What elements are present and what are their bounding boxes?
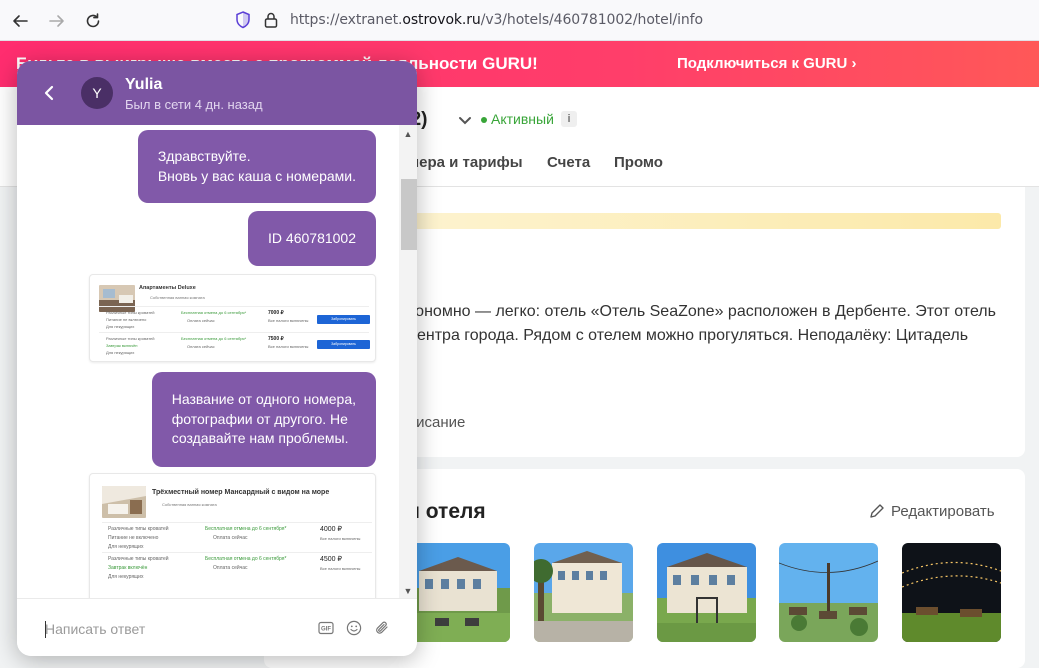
- scroll-down-icon[interactable]: ▼: [401, 584, 415, 598]
- scrollbar-thumb[interactable]: [401, 179, 417, 250]
- svg-text:GIF: GIF: [321, 627, 331, 633]
- paperclip-icon[interactable]: [374, 620, 390, 636]
- address-bar[interactable]: https://extranet.ostrovok.ru/v3/hotels/4…: [290, 12, 703, 28]
- image-attachment[interactable]: Трёхместный номер Мансардный с видом на …: [89, 473, 376, 598]
- tab-rooms-rates[interactable]: мера и тарифы: [408, 154, 523, 171]
- pencil-icon: [870, 504, 884, 518]
- status-badge: Активный: [481, 111, 554, 127]
- hotel-photo[interactable]: [657, 543, 756, 642]
- image-attachment[interactable]: Апартаменты Deluxe Собственная ванная ко…: [89, 274, 376, 362]
- reload-icon[interactable]: [81, 9, 105, 33]
- notice-strip: [410, 213, 1001, 229]
- hotel-photo[interactable]: [779, 543, 878, 642]
- message-bubble: ID 460781002: [248, 211, 376, 266]
- gif-icon[interactable]: GIF: [318, 620, 334, 636]
- room-thumbnail: [99, 285, 135, 312]
- agent-last-seen: Был в сети 4 дн. назад: [125, 97, 263, 112]
- message-input[interactable]: [45, 619, 295, 639]
- connect-guru-link[interactable]: Подключиться к GURU ›: [677, 55, 857, 72]
- back-arrow-icon[interactable]: [8, 9, 32, 33]
- forward-arrow-icon[interactable]: [45, 9, 69, 33]
- tab-invoices[interactable]: Счета: [547, 154, 590, 171]
- message-list[interactable]: Здравствуйте. Вновь у вас каша с номерам…: [17, 125, 417, 598]
- info-icon[interactable]: i: [561, 111, 577, 127]
- hotel-photo[interactable]: [902, 543, 1001, 642]
- message-bubble: Название от одного номера, фотографии от…: [151, 372, 376, 467]
- chat-header: Y Yulia Был в сети 4 дн. назад: [17, 61, 417, 125]
- message-composer: GIF: [17, 598, 417, 656]
- hotel-description: кономно — легко: отель «Отель SeaZone» р…: [408, 303, 996, 344]
- chat-widget: Y Yulia Был в сети 4 дн. назад Здравству…: [17, 61, 417, 656]
- tracking-shield-icon[interactable]: [233, 10, 253, 30]
- photos-section-title: и отеля: [407, 500, 486, 523]
- avatar: Y: [81, 77, 113, 109]
- agent-name: Yulia: [125, 76, 163, 93]
- hotel-photo[interactable]: [534, 543, 633, 642]
- chevron-left-icon[interactable]: [39, 83, 59, 103]
- message-bubble: Здравствуйте. Вновь у вас каша с номерам…: [137, 130, 376, 203]
- lock-icon[interactable]: [262, 10, 280, 30]
- scroll-up-icon[interactable]: ▲: [401, 127, 415, 141]
- room-thumbnail: [102, 486, 146, 518]
- tab-promo[interactable]: Промо: [614, 154, 663, 171]
- chevron-right-icon: ›: [851, 55, 857, 72]
- browser-toolbar: https://extranet.ostrovok.ru/v3/hotels/4…: [0, 0, 1039, 41]
- chevron-down-icon[interactable]: [457, 112, 473, 128]
- emoji-icon[interactable]: [346, 620, 362, 636]
- hotel-photo[interactable]: [411, 543, 510, 642]
- edit-photos-button[interactable]: Редактировать: [869, 503, 995, 520]
